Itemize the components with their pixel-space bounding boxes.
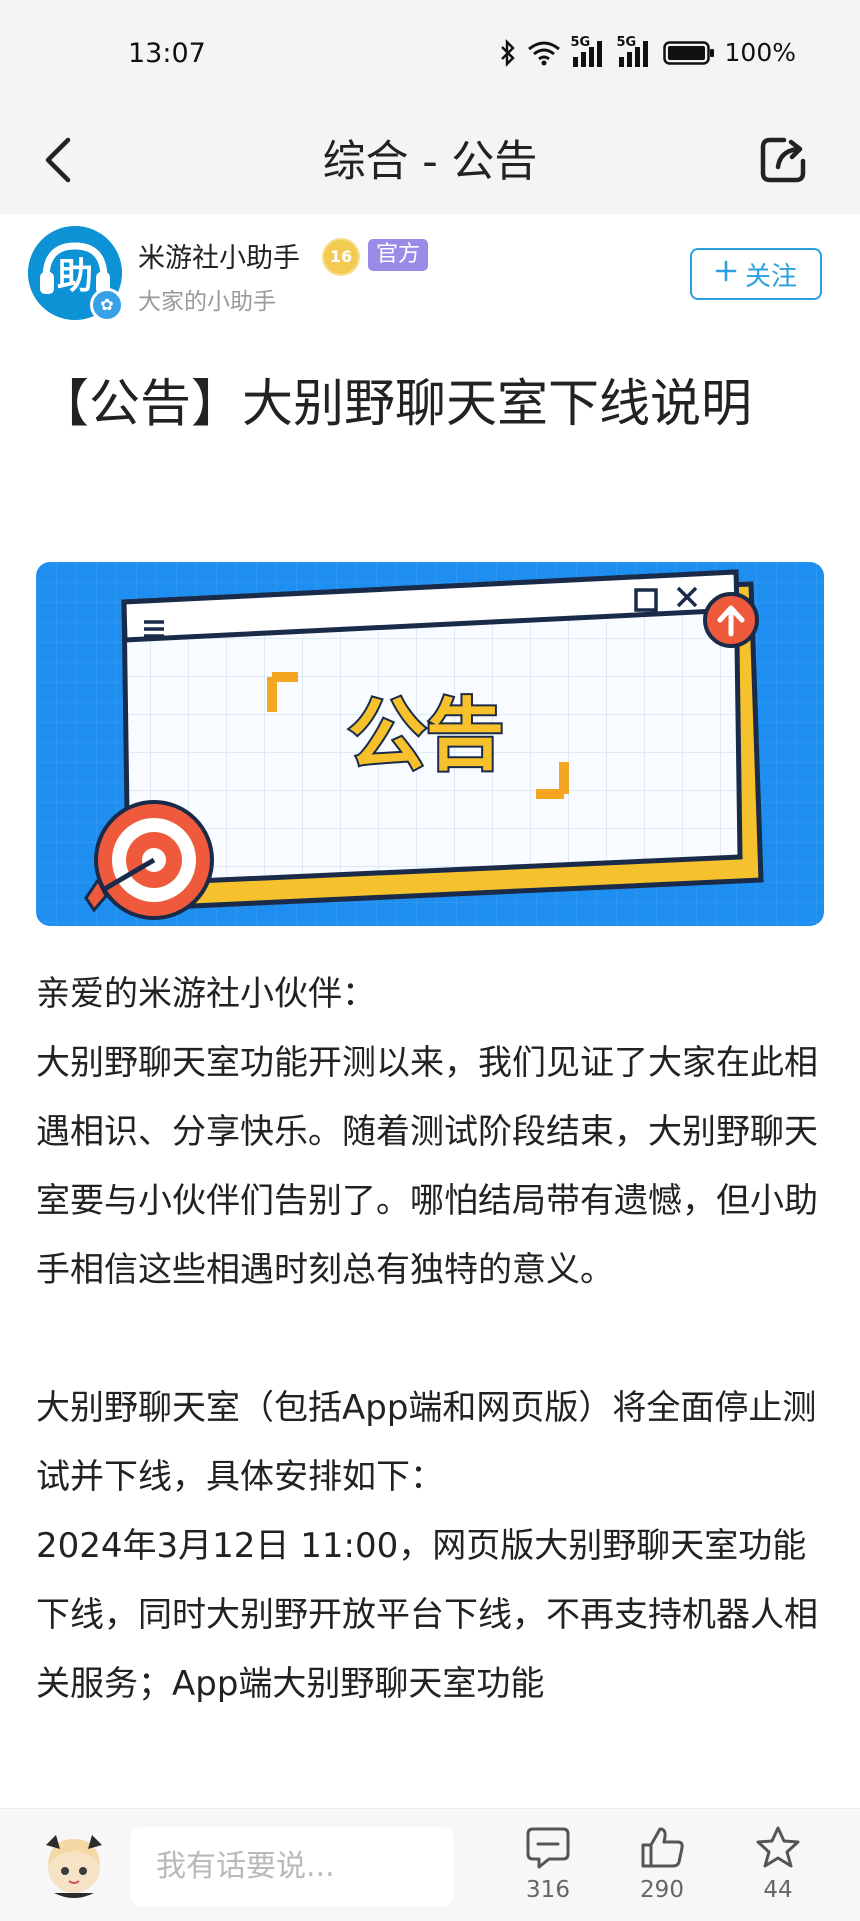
author-row: 助 ✿ 米游社小助手 16 官方 大家的小助手 关注: [0, 214, 860, 334]
thumbs-up-icon: [639, 1825, 685, 1873]
signal-icon: 5G: [571, 35, 607, 67]
like-button[interactable]: 290: [622, 1825, 702, 1903]
paragraph: 大别野聊天室（包括App端和网页版）将全面停止测试并下线，具体安排如下：: [36, 1388, 817, 1497]
signal-label-2: 5G: [616, 34, 637, 50]
like-count: 290: [640, 1877, 684, 1903]
battery-percent: 100%: [724, 38, 796, 67]
comment-input[interactable]: 我有话要说...: [130, 1827, 454, 1907]
verified-icon: ✿: [90, 288, 124, 322]
signal-label: 5G: [570, 34, 591, 50]
favorite-button[interactable]: 44: [738, 1825, 818, 1903]
comment-count: 316: [526, 1877, 570, 1903]
level-badge: 16: [322, 238, 360, 276]
status-icons: 5G 5G 100%: [499, 35, 796, 67]
author-avatar[interactable]: 助 ✿: [28, 226, 124, 322]
signal-icon-2: 5G: [617, 35, 653, 67]
top-area: 13:07 5G 5G 100% 综合 - 公告: [0, 0, 860, 214]
wifi-icon: [527, 40, 561, 66]
follow-label: 关注: [744, 261, 797, 292]
follow-button[interactable]: 关注: [690, 248, 822, 300]
bottom-bar: 我有话要说... 316 290 44: [0, 1808, 860, 1921]
comment-icon: [525, 1825, 571, 1873]
author-name[interactable]: 米游社小助手: [138, 236, 300, 275]
favorite-count: 44: [763, 1877, 793, 1903]
paragraph: 亲爱的米游社小伙伴：: [36, 974, 376, 1014]
post-title: 【公告】大别野聊天室下线说明: [38, 375, 753, 434]
official-badge: 官方: [368, 239, 429, 271]
post-body: 亲爱的米游社小伙伴： 大别野聊天室功能开测以来，我们见证了大家在此相遇相识、分享…: [36, 960, 826, 1719]
comment-button[interactable]: 316: [508, 1825, 588, 1903]
share-icon: [758, 135, 808, 189]
share-button[interactable]: [754, 130, 812, 194]
battery-icon: [662, 40, 715, 66]
paragraph: 大别野聊天室功能开测以来，我们见证了大家在此相遇相识、分享快乐。随着测试阶段结束…: [36, 1043, 818, 1290]
paragraph: 2024年3月12日 11:00，网页版大别野聊天室功能下线，同时大别野开放平台…: [36, 1526, 818, 1704]
bluetooth-icon: [499, 38, 517, 67]
announcement-banner: 公告: [36, 562, 824, 926]
nav-bar: 综合 - 公告: [0, 110, 860, 214]
status-bar: 13:07 5G 5G 100%: [0, 0, 860, 110]
banner-text: 公告: [348, 691, 504, 781]
user-avatar[interactable]: [42, 1831, 106, 1899]
author-description: 大家的小助手: [138, 289, 276, 315]
status-time: 13:07: [128, 38, 206, 69]
star-icon: [755, 1825, 801, 1873]
page-title: 综合 - 公告: [322, 137, 538, 187]
plus-icon: [715, 259, 737, 289]
